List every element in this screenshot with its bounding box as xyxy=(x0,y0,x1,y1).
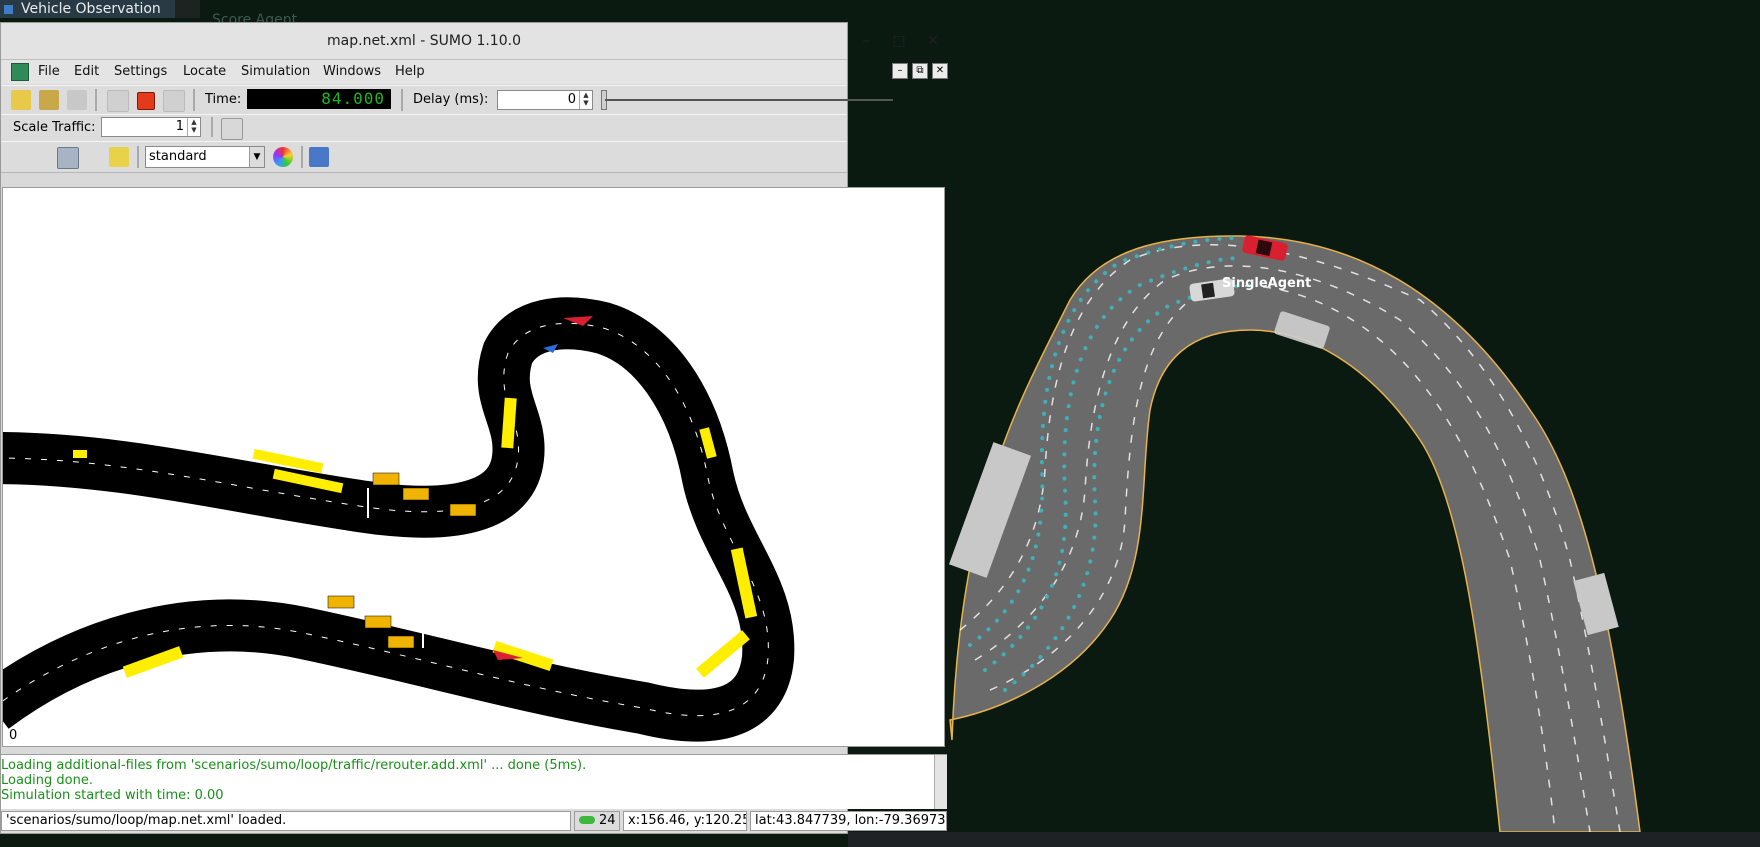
menu-simulation[interactable]: Simulation xyxy=(241,64,310,79)
window-title: map.net.xml - SUMO 1.10.0 xyxy=(327,33,521,49)
message-log: Loading additional-files from 'scenarios… xyxy=(1,754,947,809)
menu-help[interactable]: Help xyxy=(395,64,425,79)
agent-label: SingleAgent xyxy=(1222,276,1312,291)
vehicle xyxy=(402,487,430,501)
window-icon[interactable] xyxy=(221,118,243,140)
menu-settings[interactable]: Settings xyxy=(114,64,167,79)
checkbox-icon[interactable] xyxy=(4,4,13,14)
vehicle-count: 24 xyxy=(574,811,620,831)
run-icon[interactable] xyxy=(107,90,129,112)
view-toolbar: standard ▼ xyxy=(1,141,847,173)
mdi-restore-icon[interactable]: ⧉ xyxy=(912,63,928,79)
delay-label: Delay (ms): xyxy=(413,92,489,107)
menu-windows[interactable]: Windows xyxy=(323,64,381,79)
scale-traffic-input[interactable]: 1 ▲ ▼ xyxy=(101,117,201,137)
simulation-toolbar: Time: 84.000 Delay (ms): 0 ▲ ▼ xyxy=(1,85,893,115)
stop-icon[interactable] xyxy=(137,92,155,110)
menu-edit[interactable]: Edit xyxy=(74,64,99,79)
close-button[interactable]: ✕ xyxy=(923,31,943,51)
vehicle xyxy=(327,595,355,609)
color-scheme-icon[interactable] xyxy=(273,147,293,167)
log-line: Loading additional-files from 'scenarios… xyxy=(1,758,587,773)
statusbar: 'scenarios/sumo/loop/map.net.xml' loaded… xyxy=(1,809,947,833)
sumo-app-icon xyxy=(11,63,29,81)
hint-icon[interactable] xyxy=(109,147,129,167)
log-scrollbar[interactable] xyxy=(934,755,947,809)
origin-label: 0 xyxy=(9,728,18,743)
select-icon[interactable] xyxy=(57,147,79,169)
menu-file[interactable]: File xyxy=(38,64,60,79)
vehicle xyxy=(372,472,400,486)
open-simulation-icon[interactable] xyxy=(11,90,31,110)
menu-locate[interactable]: Locate xyxy=(183,64,226,79)
step-icon[interactable] xyxy=(163,90,185,112)
vehicle xyxy=(364,615,392,629)
log-line: Simulation started with time: 0.00 xyxy=(1,788,224,803)
time-display: 84.000 xyxy=(247,89,391,109)
scale-traffic-label: Scale Traffic: xyxy=(13,120,96,135)
cursor-xy: x:156.46, y:120.25 xyxy=(623,811,747,831)
reload-icon[interactable] xyxy=(67,90,87,110)
open-network-icon[interactable] xyxy=(39,90,59,110)
status-message: 'scenarios/sumo/loop/map.net.xml' loaded… xyxy=(1,811,571,831)
time-label: Time: xyxy=(205,92,242,107)
delay-slider[interactable] xyxy=(605,99,893,101)
viewer-bottombar xyxy=(848,832,1760,847)
cursor-latlon: lat:43.847739, lon:-79.369738 xyxy=(750,811,947,831)
vehicle xyxy=(387,635,415,649)
maximize-button[interactable]: □ xyxy=(889,31,909,51)
traffic-toolbar: Scale Traffic: 1 ▲ ▼ xyxy=(1,114,847,142)
vehicle xyxy=(73,450,87,458)
scheme-select[interactable]: standard ▼ xyxy=(145,146,265,168)
zoom-icon[interactable] xyxy=(31,147,51,167)
delay-input[interactable]: 0 ▲ ▼ xyxy=(497,90,593,110)
vehicle-observation-tab[interactable]: Vehicle Observation xyxy=(0,0,175,18)
sumo-window: map.net.xml - SUMO 1.10.0 – □ ✕ File Edi… xyxy=(0,22,948,834)
log-line: Loading done. xyxy=(1,773,93,788)
minimize-button[interactable]: – xyxy=(856,31,876,51)
car-icon xyxy=(579,816,595,824)
network-map[interactable] xyxy=(3,188,945,747)
locate-icon[interactable] xyxy=(83,147,103,167)
vehicle xyxy=(449,503,477,517)
screenshot-icon[interactable] xyxy=(309,147,329,167)
mdi-close-icon[interactable]: ✕ xyxy=(932,63,948,79)
titlebar[interactable]: map.net.xml - SUMO 1.10.0 – □ ✕ xyxy=(1,23,939,60)
menubar: File Edit Settings Locate Simulation Win… xyxy=(1,60,948,84)
mdi-minimize-icon[interactable]: – xyxy=(892,63,908,79)
recenter-view-icon[interactable] xyxy=(5,147,25,167)
network-view[interactable]: 0 xyxy=(2,187,945,747)
